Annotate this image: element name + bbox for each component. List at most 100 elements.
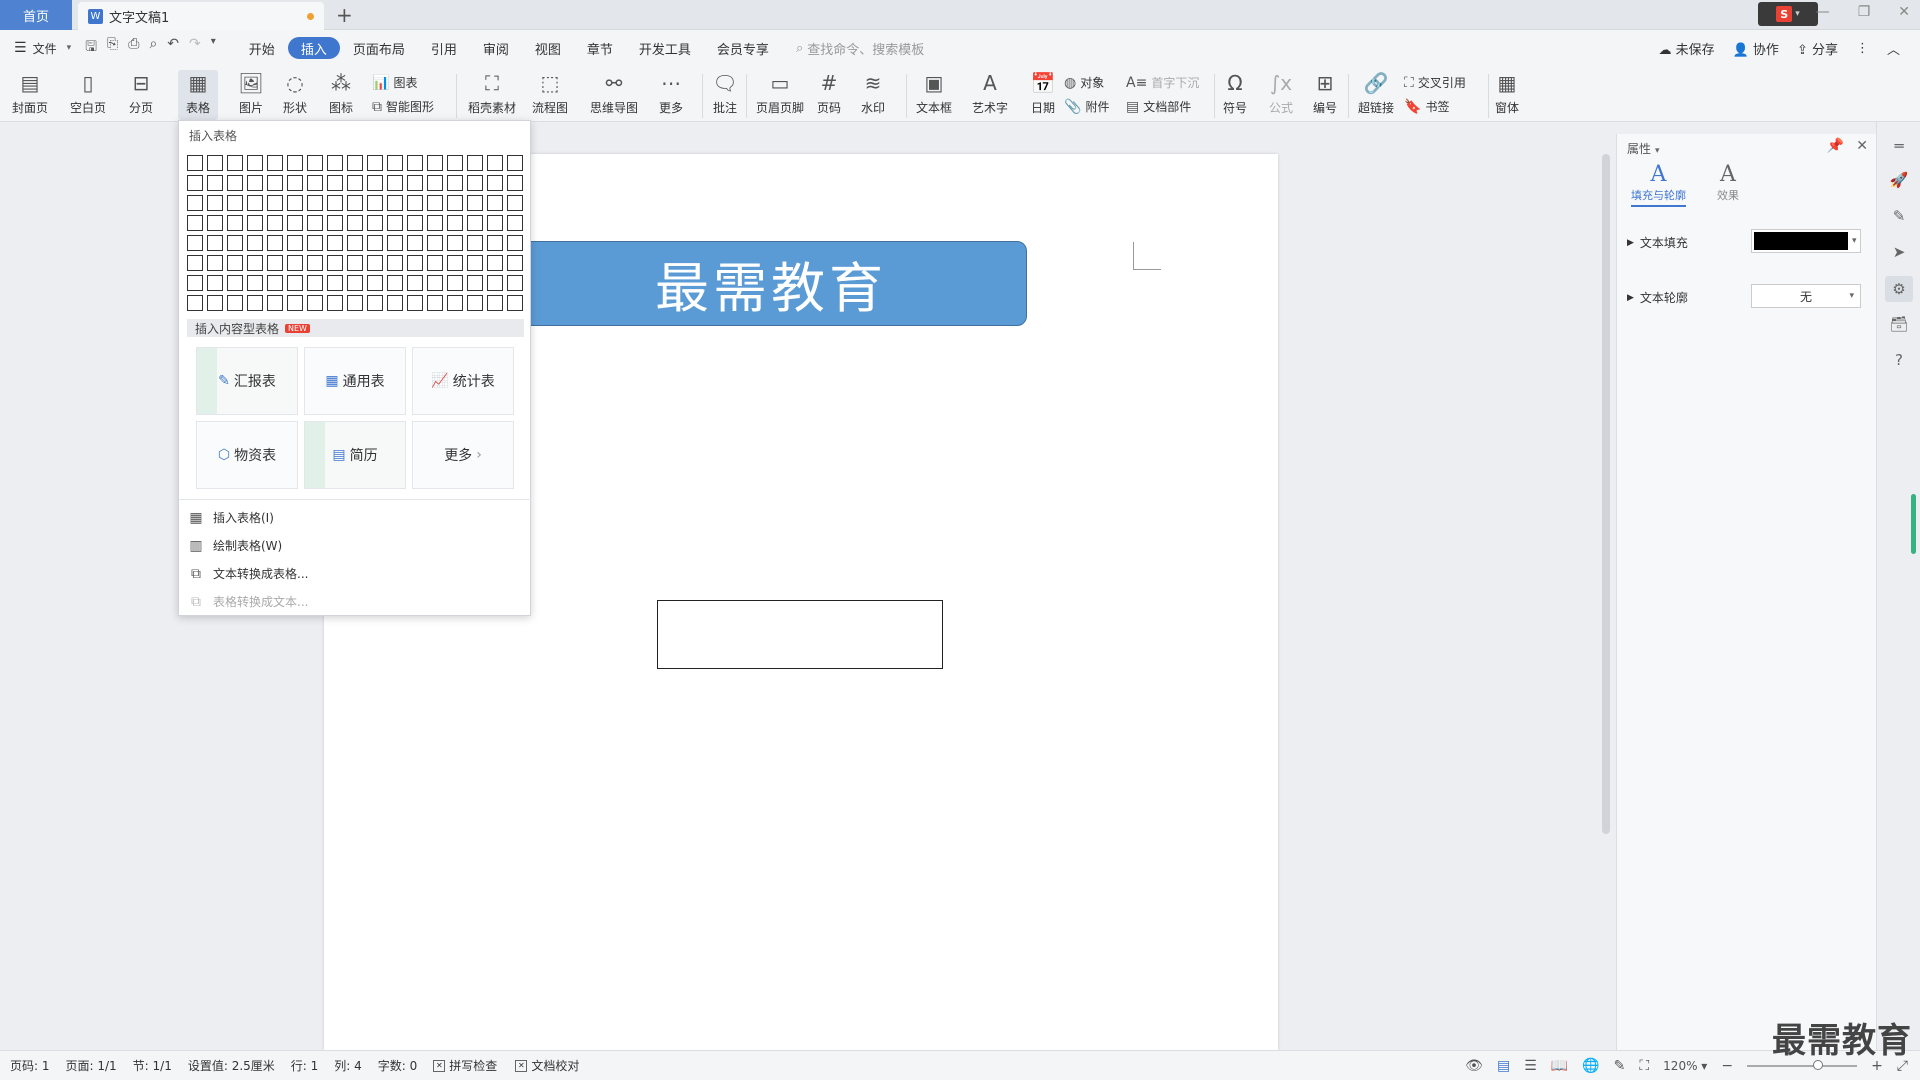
chart-button[interactable]: 📊 图表 [372, 74, 417, 91]
template-supplies[interactable]: ⬡ 物资表 [196, 421, 298, 489]
template-report[interactable]: ✎ 汇报表 [196, 347, 298, 415]
table-grid-cell[interactable] [487, 175, 503, 191]
close-icon[interactable]: ✕ [1898, 4, 1910, 20]
spell-check-toggle[interactable]: ✕ 拼写检查 [433, 1057, 497, 1074]
table-grid-cell[interactable] [307, 215, 323, 231]
table-grid-cell[interactable] [407, 195, 423, 211]
table-grid-cell[interactable] [367, 295, 383, 311]
restore-icon[interactable]: ❐ [1858, 4, 1871, 20]
text-to-table-item[interactable]: ⧉ 文本转换成表格... [187, 565, 308, 582]
reading-view-icon[interactable]: 📖 [1551, 1058, 1568, 1074]
table-grid-cell[interactable] [327, 175, 343, 191]
undo-icon[interactable]: ↶ [167, 36, 179, 60]
table-grid-cell[interactable] [387, 215, 403, 231]
table-grid-cell[interactable] [307, 255, 323, 271]
table-grid-cell[interactable] [247, 275, 263, 291]
print-icon[interactable]: ⎙ [128, 36, 139, 60]
table-grid-cell[interactable] [427, 295, 443, 311]
table-grid-cell[interactable] [327, 255, 343, 271]
table-grid-cell[interactable] [447, 195, 463, 211]
table-grid-cell[interactable] [347, 275, 363, 291]
unsaved-button[interactable]: ☁ 未保存 [1658, 39, 1714, 58]
table-grid-cell[interactable] [367, 175, 383, 191]
table-grid-cell[interactable] [247, 195, 263, 211]
table-grid-cell[interactable] [487, 275, 503, 291]
print-preview-icon[interactable]: ⌕ [149, 36, 157, 60]
status-section[interactable]: 节: 1/1 [133, 1057, 172, 1074]
icon-button[interactable]: ⁂ 图标 [328, 70, 354, 120]
template-resume[interactable]: ▤ 简历 [304, 421, 406, 489]
table-grid-cell[interactable] [427, 175, 443, 191]
table-grid-cell[interactable] [227, 175, 243, 191]
table-grid-cell[interactable] [347, 295, 363, 311]
page-number-button[interactable]: # 页码 [816, 70, 842, 120]
close-panel-icon[interactable]: ✕ [1856, 138, 1868, 154]
table-grid-cell[interactable] [187, 255, 203, 271]
more-button[interactable]: ⋯ 更多 [658, 70, 684, 120]
fit-page-icon[interactable]: ⛶ [1639, 1058, 1649, 1074]
collaborate-button[interactable]: 👤 协作 [1733, 39, 1779, 58]
table-grid-cell[interactable] [447, 155, 463, 171]
tab-references[interactable]: 引用 [418, 37, 470, 59]
table-grid-cell[interactable] [367, 255, 383, 271]
table-grid-cell[interactable] [207, 155, 223, 171]
bookmark-button[interactable]: 🔖 书签 [1404, 98, 1449, 115]
table-grid-cell[interactable] [387, 175, 403, 191]
table-grid-cell[interactable] [407, 235, 423, 251]
table-grid-cell[interactable] [187, 295, 203, 311]
table-grid-cell[interactable] [327, 295, 343, 311]
table-grid-cell[interactable] [507, 155, 523, 171]
command-search[interactable]: ⌕ 查找命令、搜索模板 [796, 39, 924, 58]
mindmap-button[interactable]: ⚯ 思维导图 [590, 70, 638, 120]
table-grid-cell[interactable] [487, 215, 503, 231]
material-button[interactable]: ⛶ 稻壳素材 [468, 70, 516, 120]
doc-parts-button[interactable]: ▤ 文档部件 [1126, 98, 1191, 115]
table-grid-cell[interactable] [367, 195, 383, 211]
collapse-ribbon-icon[interactable]: ︿ [1887, 39, 1900, 58]
table-grid-cell[interactable] [207, 255, 223, 271]
header-footer-button[interactable]: ▭ 页眉页脚 [756, 70, 804, 120]
table-grid-cell[interactable] [287, 215, 303, 231]
pen-icon[interactable]: ✎ [1889, 206, 1909, 226]
table-grid-cell[interactable] [467, 295, 483, 311]
tab-effect[interactable]: A 效果 [1717, 162, 1739, 203]
table-grid-cell[interactable] [307, 175, 323, 191]
table-grid-cell[interactable] [447, 295, 463, 311]
table-grid-cell[interactable] [447, 235, 463, 251]
table-grid-cell[interactable] [427, 255, 443, 271]
table-grid-cell[interactable] [507, 275, 523, 291]
table-grid-cell[interactable] [467, 255, 483, 271]
table-grid-cell[interactable] [227, 275, 243, 291]
table-grid-cell[interactable] [327, 195, 343, 211]
more-options-icon[interactable]: ⋮ [1856, 41, 1869, 56]
table-grid-cell[interactable] [227, 235, 243, 251]
window-form-button[interactable]: ▦ 窗体 [1494, 70, 1520, 120]
output-icon[interactable]: ⎘ [107, 36, 118, 60]
table-grid-cell[interactable] [287, 235, 303, 251]
table-grid-cell[interactable] [307, 275, 323, 291]
table-grid-cell[interactable] [267, 235, 283, 251]
table-grid-cell[interactable] [347, 255, 363, 271]
table-grid-cell[interactable] [267, 255, 283, 271]
table-grid-cell[interactable] [207, 215, 223, 231]
table-grid-cell[interactable] [447, 215, 463, 231]
table-grid-cell[interactable] [187, 275, 203, 291]
table-grid-cell[interactable] [507, 235, 523, 251]
vertical-scrollbar[interactable] [1600, 138, 1612, 1050]
blank-page-button[interactable]: ▯ 空白页 [70, 70, 106, 120]
table-grid-cell[interactable] [327, 235, 343, 251]
table-grid-cell[interactable] [287, 255, 303, 271]
table-grid-cell[interactable] [227, 215, 243, 231]
archive-icon[interactable]: 🗃 [1889, 314, 1909, 334]
table-grid-cell[interactable] [287, 195, 303, 211]
watermark-button[interactable]: ≋ 水印 [860, 70, 886, 120]
table-grid-cell[interactable] [187, 155, 203, 171]
table-grid-cell[interactable] [207, 235, 223, 251]
table-grid-cell[interactable] [387, 255, 403, 271]
table-grid-cell[interactable] [407, 275, 423, 291]
table-grid-cell[interactable] [307, 155, 323, 171]
cover-page-button[interactable]: ▤ 封面页 [12, 70, 48, 120]
table-grid-cell[interactable] [247, 175, 263, 191]
symbol-button[interactable]: Ω 符号 [1222, 70, 1248, 120]
table-grid-cell[interactable] [327, 275, 343, 291]
